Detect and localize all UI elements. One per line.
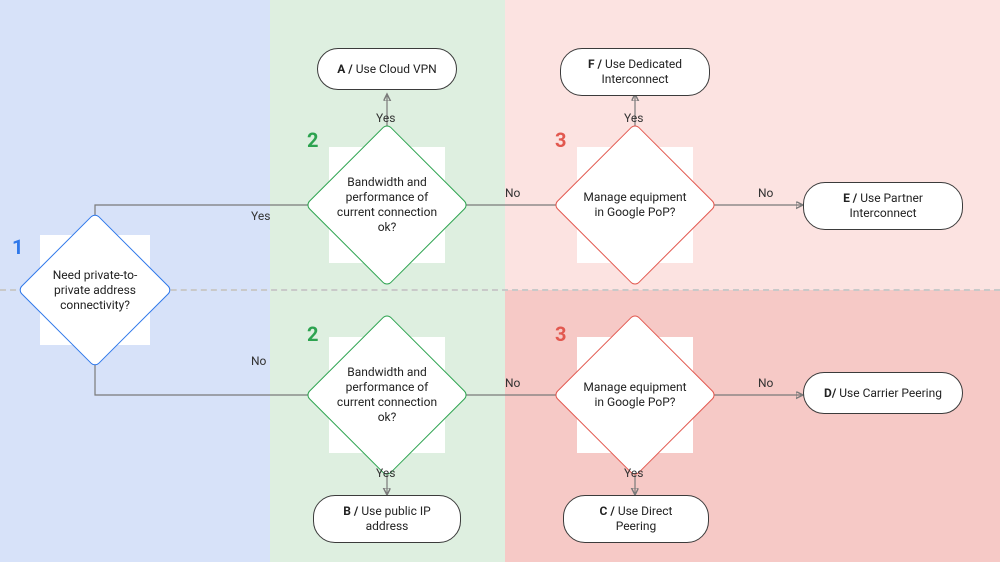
edge-d2a-no: No	[505, 186, 520, 200]
edge-d2a-yes: Yes	[376, 111, 395, 125]
step-badge-2a: 2	[307, 128, 318, 152]
result-a-cloud-vpn: A / Use Cloud VPN	[317, 48, 457, 90]
result-b-tag: B /	[343, 504, 361, 518]
step-badge-3b: 3	[555, 322, 566, 346]
result-c-tag: C /	[600, 504, 618, 518]
edge-d3b-yes: Yes	[624, 466, 643, 480]
edge-d1-yes: Yes	[251, 209, 270, 223]
edge-d1-no: No	[251, 354, 266, 368]
edge-d3a-no: No	[758, 186, 773, 200]
decision-bandwidth-top-label: Bandwidth and performance of current con…	[329, 171, 445, 239]
decision-google-pop-top: Manage equipment in Google PoP?	[577, 147, 693, 263]
edge-d2b-no: No	[505, 376, 520, 390]
decision-google-pop-bottom: Manage equipment in Google PoP?	[577, 337, 693, 453]
result-f-dedicated-interconnect: F / Use Dedicated Interconnect	[560, 48, 710, 96]
result-c-text: Use Direct Peering	[616, 504, 673, 533]
edge-d2b-yes: Yes	[376, 466, 395, 480]
decision-google-pop-bottom-label: Manage equipment in Google PoP?	[577, 376, 693, 414]
result-f-text: Use Dedicated Interconnect	[601, 57, 682, 86]
result-e-tag: E /	[843, 191, 860, 205]
result-e-partner-interconnect: E / Use Partner Interconnect	[803, 182, 963, 230]
step-badge-2b: 2	[307, 322, 318, 346]
edge-d3b-no: No	[758, 376, 773, 390]
result-d-carrier-peering: D/ Use Carrier Peering	[803, 372, 963, 414]
result-d-text: Use Carrier Peering	[839, 386, 942, 400]
result-a-text: Use Cloud VPN	[356, 62, 437, 76]
step-badge-1: 1	[12, 235, 23, 259]
result-b-text: Use public IP address	[361, 504, 430, 533]
result-e-text: Use Partner Interconnect	[849, 191, 922, 220]
decision-private-connectivity-label: Need private-to-private address connecti…	[40, 264, 150, 317]
decision-private-connectivity: Need private-to-private address connecti…	[40, 235, 150, 345]
result-d-tag: D/	[824, 386, 839, 400]
decision-bandwidth-bottom: Bandwidth and performance of current con…	[329, 337, 445, 453]
decision-google-pop-top-label: Manage equipment in Google PoP?	[577, 186, 693, 224]
result-b-public-ip: B / Use public IP address	[313, 495, 461, 543]
result-f-tag: F /	[588, 57, 605, 71]
decision-bandwidth-bottom-label: Bandwidth and performance of current con…	[329, 361, 445, 429]
result-a-tag: A /	[337, 62, 355, 76]
decision-bandwidth-top: Bandwidth and performance of current con…	[329, 147, 445, 263]
result-c-direct-peering: C / Use Direct Peering	[563, 495, 709, 543]
step-badge-3a: 3	[555, 128, 566, 152]
edge-d3a-yes: Yes	[624, 111, 643, 125]
